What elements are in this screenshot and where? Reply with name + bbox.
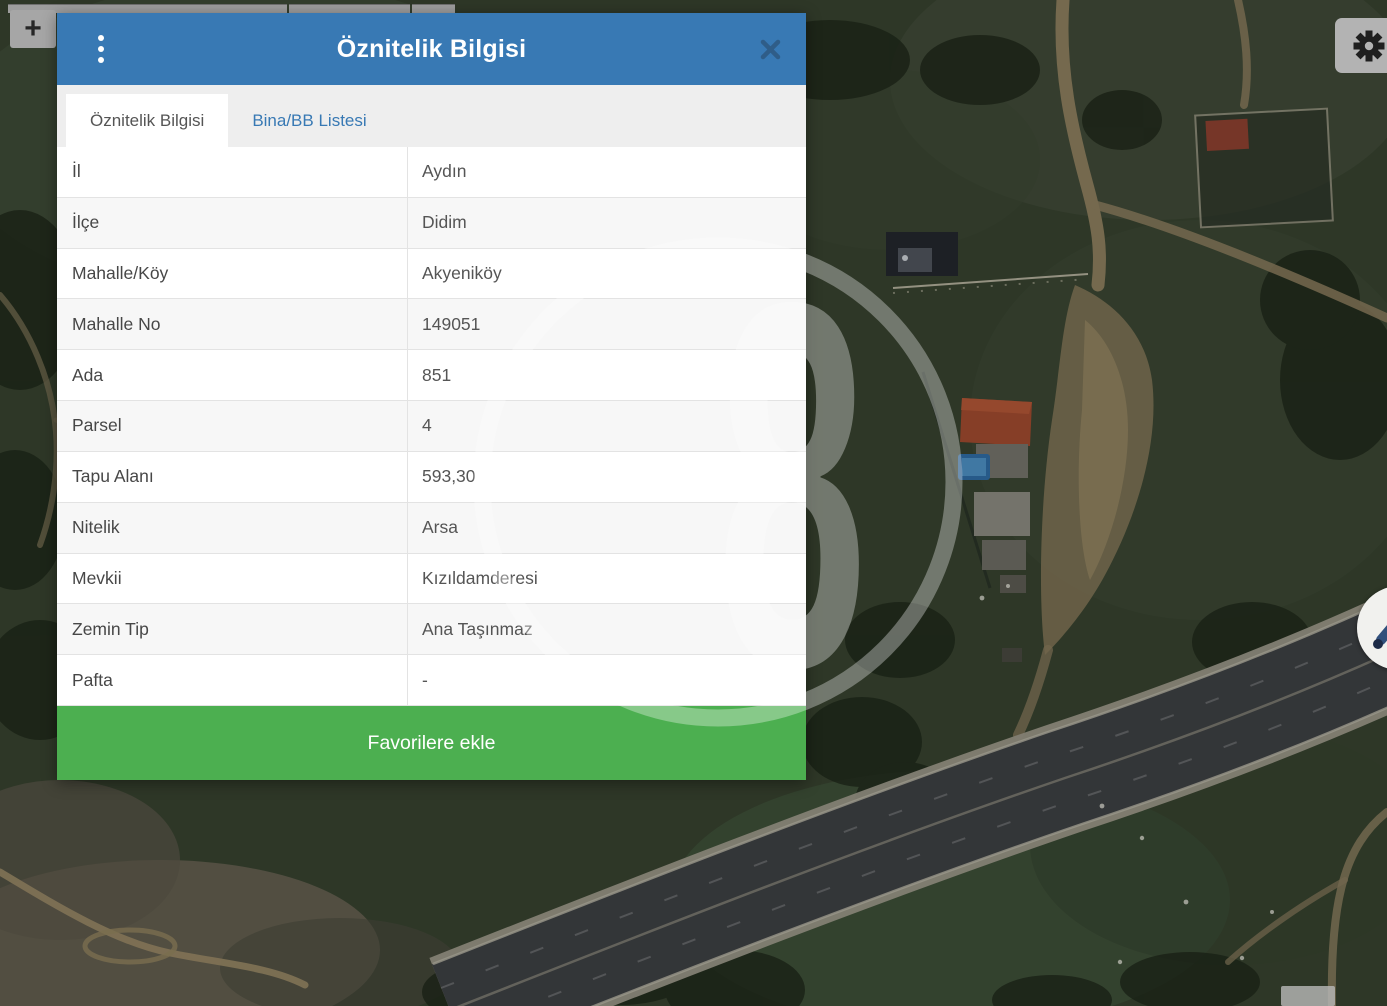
attribute-dialog: Öznitelik Bilgisi Öznitelik BilgisiBina/… bbox=[57, 13, 806, 780]
table-row: Pafta- bbox=[57, 655, 806, 706]
table-row: Mahalle/KöyAkyeniköy bbox=[57, 249, 806, 300]
row-label: İl bbox=[57, 147, 408, 197]
app-screen: + Öznitelik Bi bbox=[0, 0, 1387, 1006]
tab-0[interactable]: Öznitelik Bilgisi bbox=[66, 94, 228, 147]
zoom-in-button[interactable]: + bbox=[10, 10, 56, 48]
row-value: - bbox=[408, 655, 806, 705]
table-row: Zemin TipAna Taşınmaz bbox=[57, 604, 806, 655]
row-value: 851 bbox=[408, 350, 806, 400]
row-value: 4 bbox=[408, 401, 806, 451]
table-row: NitelikArsa bbox=[57, 503, 806, 554]
hidden-toolbar-sliver bbox=[289, 4, 410, 13]
map-attribution bbox=[1281, 986, 1335, 1006]
table-row: İlAydın bbox=[57, 147, 806, 198]
row-label: Mahalle/Köy bbox=[57, 249, 408, 299]
table-row: Parsel4 bbox=[57, 401, 806, 452]
row-value: Aydın bbox=[408, 147, 806, 197]
row-label: Nitelik bbox=[57, 503, 408, 553]
table-row: MevkiiKızıldamderesi bbox=[57, 554, 806, 605]
row-label: Mevkii bbox=[57, 554, 408, 604]
table-row: Mahalle No149051 bbox=[57, 299, 806, 350]
settings-button[interactable] bbox=[1335, 18, 1387, 73]
row-label: Zemin Tip bbox=[57, 604, 408, 654]
table-row: Tapu Alanı593,30 bbox=[57, 452, 806, 503]
table-row: Ada851 bbox=[57, 350, 806, 401]
gear-icon bbox=[1349, 26, 1387, 66]
row-label: İlçe bbox=[57, 198, 408, 248]
menu-button[interactable] bbox=[81, 13, 121, 85]
kebab-menu-icon bbox=[98, 35, 104, 63]
row-label: Parsel bbox=[57, 401, 408, 451]
row-value: Didim bbox=[408, 198, 806, 248]
row-value: 149051 bbox=[408, 299, 806, 349]
pencil-icon bbox=[1357, 586, 1387, 670]
attribute-table: İlAydınİlçeDidimMahalle/KöyAkyeniköyMaha… bbox=[57, 147, 806, 706]
row-value: Ana Taşınmaz bbox=[408, 604, 806, 654]
tab-bar: Öznitelik BilgisiBina/BB Listesi bbox=[57, 85, 806, 147]
row-value: 593,30 bbox=[408, 452, 806, 502]
row-label: Tapu Alanı bbox=[57, 452, 408, 502]
dialog-header: Öznitelik Bilgisi bbox=[57, 13, 806, 85]
table-row: İlçeDidim bbox=[57, 198, 806, 249]
add-to-favorites-button[interactable]: Favorilere ekle bbox=[57, 706, 806, 780]
close-icon bbox=[760, 39, 781, 60]
row-label: Mahalle No bbox=[57, 299, 408, 349]
dialog-title: Öznitelik Bilgisi bbox=[337, 35, 527, 64]
close-button[interactable] bbox=[748, 13, 792, 85]
row-value: Akyeniköy bbox=[408, 249, 806, 299]
row-label: Ada bbox=[57, 350, 408, 400]
hidden-toolbar-sliver bbox=[412, 4, 455, 13]
draw-tool-button[interactable] bbox=[1357, 586, 1387, 670]
row-value: Arsa bbox=[408, 503, 806, 553]
row-value: Kızıldamderesi bbox=[408, 554, 806, 604]
tab-1[interactable]: Bina/BB Listesi bbox=[228, 94, 390, 147]
row-label: Pafta bbox=[57, 655, 408, 705]
